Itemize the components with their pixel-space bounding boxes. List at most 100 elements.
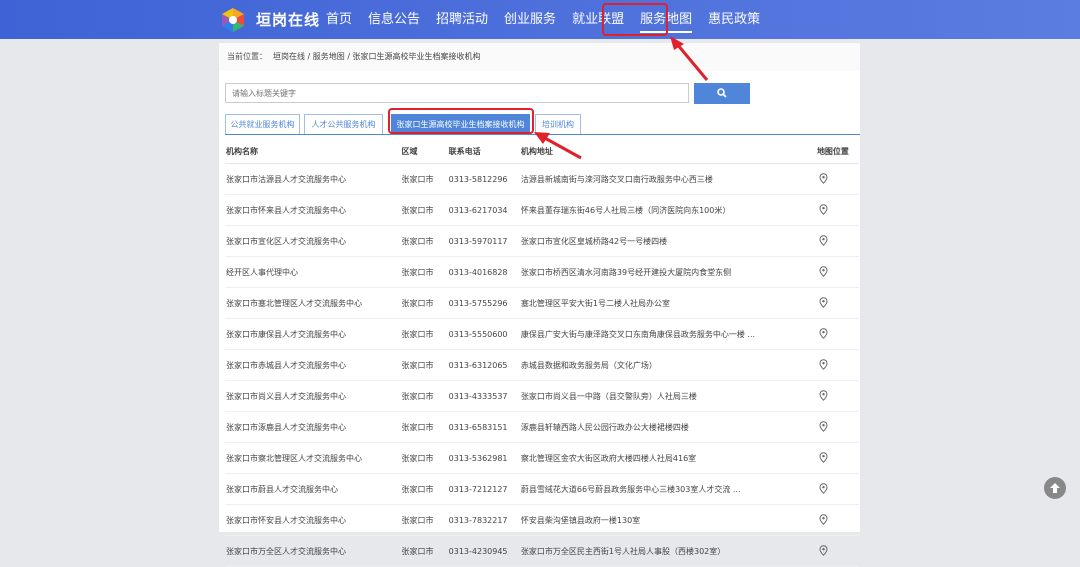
tab-talent-services[interactable]: 人才公共服务机构 bbox=[304, 114, 383, 134]
cell-name: 张家口市塞北管理区人才交流服务中心 bbox=[225, 287, 401, 319]
cell-phone: 0313-4333537 bbox=[447, 380, 520, 412]
breadcrumb-label: 当前位置： bbox=[227, 52, 267, 61]
map-pin-icon[interactable] bbox=[819, 203, 828, 217]
table-row[interactable]: 张家口市宣化区人才交流服务中心 张家口市 0313-5970117 张家口市宣化区皇城… bbox=[225, 225, 859, 257]
map-pin-icon[interactable] bbox=[819, 234, 828, 248]
table-row[interactable]: 张家口市万全区人才交流服务中心 张家口市 0313-4230945 张家口市万全区民主… bbox=[225, 535, 859, 567]
cell-phone: 0313-5362981 bbox=[447, 442, 520, 474]
tab-training[interactable]: 培训机构 bbox=[535, 114, 581, 134]
cell-phone: 0313-4016828 bbox=[447, 256, 520, 288]
breadcrumb-path[interactable]: 垣岗在线 / 服务地图 / 张家口生源高校毕业生档案接收机构 bbox=[273, 52, 481, 61]
cell-address: 蔚县雪绒花大道66号蔚县政务服务中心三楼303室人才交流 ... bbox=[519, 473, 816, 505]
map-pin-icon[interactable] bbox=[819, 265, 828, 279]
col-header-phone: 联系电话 bbox=[447, 139, 520, 164]
search-icon bbox=[717, 88, 727, 98]
table-row[interactable]: 经开区人事代理中心 张家口市 0313-4016828 张家口市桥西区清水河南路39号… bbox=[225, 256, 859, 288]
col-header-area: 区域 bbox=[400, 139, 448, 164]
cell-phone: 0313-6583151 bbox=[447, 411, 520, 443]
institution-table: 机构名称 区域 联系电话 机构地址 地图位置 张家口市沽源县人才交流服务中心 张家… bbox=[225, 139, 859, 567]
table-row[interactable]: 张家口市康保县人才交流服务中心 张家口市 0313-5550600 康保县广安大街与康… bbox=[225, 318, 859, 350]
cell-name: 张家口市怀来县人才交流服务中心 bbox=[225, 194, 401, 226]
table-row[interactable]: 张家口市怀来县人才交流服务中心 张家口市 0313-6217034 怀来县董存瑞东街4… bbox=[225, 194, 859, 226]
nav-policies[interactable]: 惠民政策 bbox=[700, 0, 768, 39]
cell-area: 张家口市 bbox=[400, 225, 448, 257]
cell-area: 张家口市 bbox=[400, 535, 448, 567]
col-header-map: 地图位置 bbox=[815, 139, 859, 164]
cell-address: 察北管理区金农大街区政府大楼四楼人社局416室 bbox=[519, 442, 816, 474]
search-input[interactable] bbox=[225, 83, 689, 103]
cell-area: 张家口市 bbox=[400, 318, 448, 350]
cell-name: 张家口市康保县人才交流服务中心 bbox=[225, 318, 401, 350]
cell-phone: 0313-6217034 bbox=[447, 194, 520, 226]
cell-phone: 0313-4230945 bbox=[447, 535, 520, 567]
cell-address: 张家口市桥西区清水河南路39号经开建投大厦院内食堂东侧 bbox=[519, 256, 816, 288]
cell-phone: 0313-5755296 bbox=[447, 287, 520, 319]
cell-name: 张家口市涿鹿县人才交流服务中心 bbox=[225, 411, 401, 443]
nav-entrepreneurship[interactable]: 创业服务 bbox=[496, 0, 564, 39]
cell-map bbox=[815, 225, 859, 257]
cell-phone: 0313-6312065 bbox=[447, 349, 520, 381]
cell-area: 张家口市 bbox=[400, 163, 448, 195]
map-pin-icon[interactable] bbox=[819, 296, 828, 310]
cell-area: 张家口市 bbox=[400, 349, 448, 381]
cell-phone: 0313-5812296 bbox=[447, 163, 520, 195]
cell-map bbox=[815, 411, 859, 443]
table-row[interactable]: 张家口市塞北管理区人才交流服务中心 张家口市 0313-5755296 塞北管理区平安… bbox=[225, 287, 859, 319]
cell-address: 康保县广安大街与康泽路交叉口东南角康保县政务服务中心一楼 ... bbox=[519, 318, 816, 350]
map-pin-icon[interactable] bbox=[819, 513, 828, 527]
nav-home[interactable]: 首页 bbox=[318, 0, 360, 39]
cell-area: 张家口市 bbox=[400, 287, 448, 319]
cell-address: 张家口市万全区民主西街1号人社局人事股（西楼302室） bbox=[519, 535, 816, 567]
main-nav: 首页 信息公告 招聘活动 创业服务 就业联盟 服务地图 惠民政策 bbox=[318, 0, 768, 39]
top-navigation-bar: 垣岗在线 首页 信息公告 招聘活动 创业服务 就业联盟 服务地图 惠民政策 bbox=[0, 0, 1080, 39]
table-row[interactable]: 张家口市怀安县人才交流服务中心 张家口市 0313-7832217 怀安县柴沟堡镇县政… bbox=[225, 504, 859, 536]
map-pin-icon[interactable] bbox=[819, 358, 828, 372]
cell-map bbox=[815, 535, 859, 567]
cell-phone: 0313-7832217 bbox=[447, 504, 520, 536]
tab-bar: 公共就业服务机构 人才公共服务机构 张家口生源高校毕业生档案接收机构 培训机构 bbox=[225, 114, 860, 135]
cell-map bbox=[815, 380, 859, 412]
cell-map bbox=[815, 194, 859, 226]
table-row[interactable]: 张家口市尚义县人才交流服务中心 张家口市 0313-4333537 张家口市尚义县一中… bbox=[225, 380, 859, 412]
cell-address: 怀来县董存瑞东街46号人社局三楼（同济医院向东100米） bbox=[519, 194, 816, 226]
cell-area: 张家口市 bbox=[400, 380, 448, 412]
cell-address: 沽源县新城南街与滦河路交叉口南行政服务中心西三楼 bbox=[519, 163, 816, 195]
map-pin-icon[interactable] bbox=[819, 327, 828, 341]
cell-area: 张家口市 bbox=[400, 194, 448, 226]
cell-map bbox=[815, 442, 859, 474]
cell-phone: 0313-7212127 bbox=[447, 473, 520, 505]
cell-address: 赤城县数据和政务服务局（文化广场） bbox=[519, 349, 816, 381]
table-header-row: 机构名称 区域 联系电话 机构地址 地图位置 bbox=[225, 139, 859, 164]
col-header-name: 机构名称 bbox=[225, 139, 401, 164]
map-pin-icon[interactable] bbox=[819, 482, 828, 496]
cell-name: 张家口市蔚县人才交流服务中心 bbox=[225, 473, 401, 505]
cell-area: 张家口市 bbox=[400, 504, 448, 536]
map-pin-icon[interactable] bbox=[819, 389, 828, 403]
map-pin-icon[interactable] bbox=[819, 172, 828, 186]
nav-announcements[interactable]: 信息公告 bbox=[360, 0, 428, 39]
table-row[interactable]: 张家口市涿鹿县人才交流服务中心 张家口市 0313-6583151 涿鹿县轩辕西路人民… bbox=[225, 411, 859, 443]
map-pin-icon[interactable] bbox=[819, 451, 828, 465]
arrow-up-icon bbox=[1050, 483, 1060, 493]
brand-name[interactable]: 垣岗在线 bbox=[256, 9, 320, 30]
map-pin-icon[interactable] bbox=[819, 544, 828, 558]
tab-highlight-box bbox=[388, 108, 534, 134]
back-to-top-button[interactable] bbox=[1044, 477, 1066, 499]
cell-map bbox=[815, 287, 859, 319]
cell-name: 张家口市宣化区人才交流服务中心 bbox=[225, 225, 401, 257]
cell-name: 张家口市万全区人才交流服务中心 bbox=[225, 535, 401, 567]
table-row[interactable]: 张家口市赤城县人才交流服务中心 张家口市 0313-6312065 赤城县数据和政务服… bbox=[225, 349, 859, 381]
cell-area: 张家口市 bbox=[400, 473, 448, 505]
search-button[interactable] bbox=[694, 83, 750, 104]
cell-address: 塞北管理区平安大街1号二楼人社局办公室 bbox=[519, 287, 816, 319]
table-row[interactable]: 张家口市沽源县人才交流服务中心 张家口市 0313-5812296 沽源县新城南街与滦… bbox=[225, 163, 859, 195]
cell-name: 张家口市尚义县人才交流服务中心 bbox=[225, 380, 401, 412]
nav-recruitment[interactable]: 招聘活动 bbox=[428, 0, 496, 39]
map-pin-icon[interactable] bbox=[819, 420, 828, 434]
cell-phone: 0313-5970117 bbox=[447, 225, 520, 257]
table-row[interactable]: 张家口市察北管理区人才交流服务中心 张家口市 0313-5362981 察北管理区金农… bbox=[225, 442, 859, 474]
cell-map bbox=[815, 256, 859, 288]
table-row[interactable]: 张家口市蔚县人才交流服务中心 张家口市 0313-7212127 蔚县雪绒花大道66号… bbox=[225, 473, 859, 505]
tab-public-employment[interactable]: 公共就业服务机构 bbox=[225, 114, 300, 134]
logo-icon[interactable] bbox=[219, 6, 247, 34]
